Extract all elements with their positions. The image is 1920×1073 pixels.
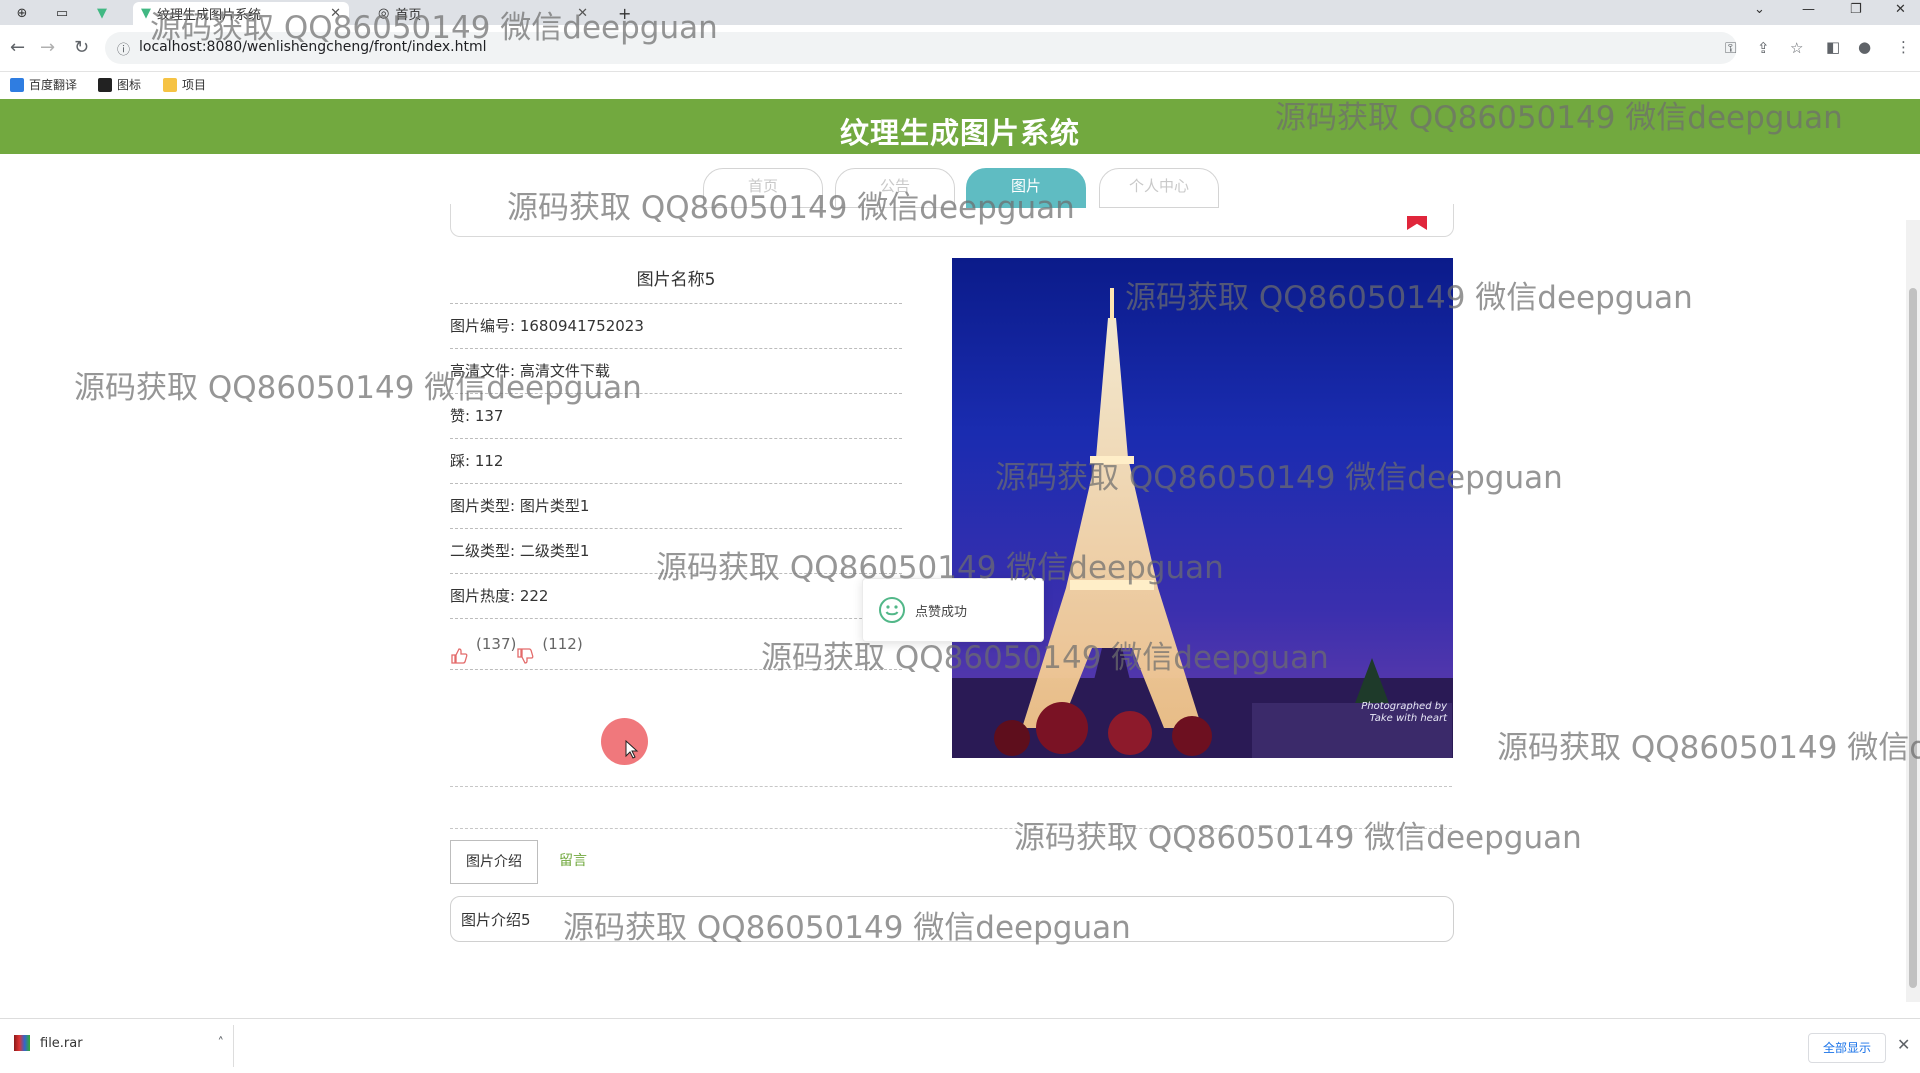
vote-row: (137) (112) [450, 619, 902, 670]
window-close-icon[interactable]: ✕ [1895, 2, 1906, 17]
folder-icon [163, 77, 177, 92]
sidepanel-icon[interactable]: ◧ [1826, 38, 1840, 56]
bookmark-label: 百度翻译 [29, 78, 78, 92]
thumbs-up-icon[interactable] [450, 635, 468, 664]
vue-tab-icon[interactable]: ▼ [90, 2, 114, 25]
page-scrollbar[interactable] [1906, 220, 1920, 1002]
click-indicator [601, 718, 648, 765]
site-header: 纹理生成图片系统 [0, 99, 1920, 154]
more-menu-icon[interactable]: ⋮ [1896, 38, 1911, 56]
chevron-up-icon[interactable]: ˄ [218, 1036, 225, 1051]
download-filename: file.rar [40, 1035, 83, 1051]
show-all-button[interactable]: 全部显示 [1808, 1033, 1886, 1063]
eiffel-tower-image [952, 288, 1453, 758]
like-count: (137) [476, 635, 517, 653]
tab-search-icon[interactable]: ⌄ [1754, 2, 1765, 17]
archive-icon [14, 1035, 30, 1051]
tab-close-icon[interactable]: ✕ [577, 6, 588, 21]
cursor-arrow-icon [625, 740, 639, 759]
bookmark-flag-icon [1407, 216, 1427, 230]
vue-favicon-icon: ▼ [141, 6, 151, 21]
browser-tab-active[interactable]: ▼ 纹理生成图片系统 ✕ [133, 2, 349, 25]
watermark: 源码获取 QQ86050149 微信deepguan [1014, 820, 1582, 856]
photo-credit: Photographed by Take with heart [1361, 701, 1447, 724]
info-sub-type: 二级类型: 二级类型1 [450, 529, 902, 574]
toast-message: 点赞成功 [915, 604, 968, 620]
scroll-thumb[interactable] [1909, 288, 1917, 988]
info-likes: 赞: 137 [450, 394, 902, 439]
download-item[interactable]: file.rar ˄ [14, 1035, 224, 1051]
browser-tab-strip: ⊕ ▭ ▼ ▼ 纹理生成图片系统 ✕ ◎ 首页 ✕ + ⌄ — ❐ ✕ [0, 0, 1920, 25]
info-hd-file-link[interactable]: 高清文件: 高清文件下载 [450, 349, 902, 394]
restore-icon[interactable]: ❐ [1850, 2, 1862, 17]
bookmark-item[interactable]: 百度翻译 [10, 76, 77, 93]
bookmark-label: 项目 [182, 78, 207, 92]
nav-notice[interactable]: 公告 [835, 168, 955, 208]
site-title: 纹理生成图片系统 [839, 116, 1080, 150]
browser-tab-title: 纹理生成图片系统 [157, 8, 262, 23]
download-bar: file.rar ˄ 全部显示 ✕ [0, 1018, 1920, 1073]
info-dislikes: 踩: 112 [450, 439, 902, 484]
profile-icon[interactable]: ● [1858, 38, 1871, 56]
nav-user-center[interactable]: 个人中心 [1099, 168, 1219, 208]
address-bar-row: ← → ↻ ⓘ localhost:8080/wenlishengcheng/f… [0, 25, 1920, 72]
info-image-id: 图片编号: 1680941752023 [450, 304, 902, 349]
download-bar-close-icon[interactable]: ✕ [1897, 1035, 1910, 1054]
tab-image-intro[interactable]: 图片介绍 [450, 840, 538, 884]
section-divider [450, 828, 1452, 829]
bookmarks-bar: 百度翻译 图标 项目 [0, 72, 1920, 98]
info-heat: 图片热度: 222 [450, 574, 902, 619]
image-name: 图片名称5 [450, 258, 902, 304]
breadcrumb-strip [450, 204, 1454, 237]
watermark: 源码获取 QQ86050149 微信deepguan [1497, 730, 1920, 766]
image-icon [98, 77, 112, 92]
key-icon[interactable]: ⚿ [1725, 39, 1736, 57]
minimize-icon[interactable]: — [1802, 2, 1815, 17]
info-image-type: 图片类型: 图片类型1 [450, 484, 902, 529]
browser-tab-title: 首页 [395, 8, 422, 23]
tab-close-icon[interactable]: ✕ [330, 6, 341, 21]
bookmark-label: 图标 [117, 78, 142, 92]
site-info-icon[interactable]: ⓘ [117, 39, 130, 58]
intro-panel: 图片介绍5 [450, 896, 1454, 942]
bookmark-item[interactable]: 图标 [98, 76, 141, 93]
star-icon[interactable]: ☆ [1790, 39, 1803, 57]
url-omnibox[interactable]: ⓘ localhost:8080/wenlishengcheng/front/i… [105, 32, 1803, 64]
section-divider [450, 786, 1452, 787]
intro-text: 图片介绍5 [461, 911, 531, 929]
globe-icon: ◎ [378, 6, 390, 21]
thumbs-down-icon[interactable] [516, 635, 534, 664]
dislike-count: (112) [542, 635, 583, 653]
chrome-menu-icon[interactable]: ⊕ [10, 2, 34, 25]
translate-icon [10, 77, 24, 92]
browser-tab-second[interactable]: ◎ 首页 ✕ [370, 2, 596, 25]
nav-home[interactable]: 首页 [703, 168, 823, 208]
image-preview: Photographed by Take with heart [952, 258, 1453, 758]
pinned-tab[interactable]: ▭ [50, 2, 74, 25]
detail-info: 图片名称5 图片编号: 1680941752023 高清文件: 高清文件下载 赞… [450, 258, 902, 670]
new-tab-icon[interactable]: + [618, 2, 631, 25]
nav-images[interactable]: 图片 [966, 168, 1086, 208]
success-toast: 点赞成功 [862, 578, 1044, 642]
url-text: localhost:8080/wenlishengcheng/front/ind… [139, 39, 487, 55]
reload-icon[interactable]: ↻ [74, 37, 89, 58]
bookmark-item[interactable]: 项目 [163, 76, 206, 93]
smile-icon [879, 597, 905, 623]
download-separator [233, 1025, 234, 1067]
share-icon[interactable]: ⇪ [1757, 39, 1770, 57]
back-icon[interactable]: ← [10, 37, 25, 58]
forward-icon[interactable]: → [40, 37, 55, 58]
tab-comments[interactable]: 留言 [559, 840, 587, 882]
